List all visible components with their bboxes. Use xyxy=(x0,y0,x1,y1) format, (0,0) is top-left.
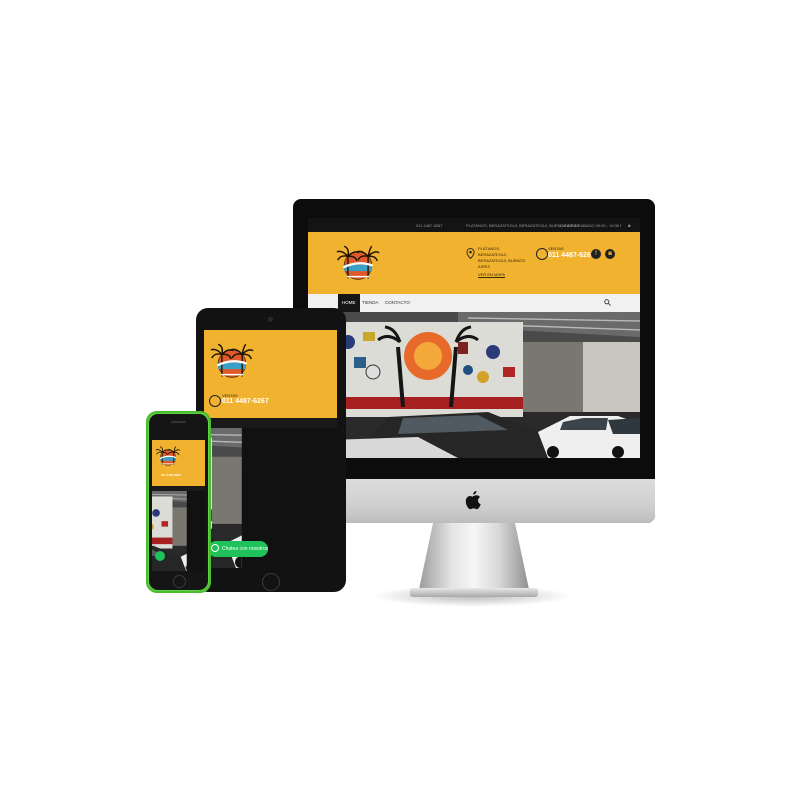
nav-home[interactable]: HOME xyxy=(338,294,360,312)
phone-header-phone[interactable]: 011 4487-6267 xyxy=(161,473,181,477)
iphone-device: 011 4487-6267 xyxy=(146,411,211,593)
phone-site-logo[interactable] xyxy=(155,442,181,468)
iphone-home-button xyxy=(173,575,186,588)
topbar-instagram-icon[interactable]: ◙ xyxy=(628,223,630,228)
header-address-line-2: BERAZATEGUI, BUENOS AIRES xyxy=(478,258,526,269)
tablet-garage-photo: Chatea con nosotros xyxy=(204,428,337,568)
instagram-icon[interactable]: ◙ xyxy=(605,249,615,259)
nav-contacto[interactable]: CONTACTO xyxy=(385,294,410,312)
tablet-chat-label: Chatea con nosotros xyxy=(222,546,269,552)
tablet-website-screen: VENTAS 011 4487-6267 Chatea con nosotros xyxy=(204,330,337,568)
desktop-website-screen: 011 4487-6267 PLATANOS, BERAZATEGUI, BER… xyxy=(308,218,640,458)
topbar-facebook-icon[interactable]: f xyxy=(620,223,621,228)
tablet-header: VENTAS 011 4487-6267 xyxy=(204,330,337,418)
phone-header: 011 4487-6267 xyxy=(152,440,205,486)
iphone-front: 011 4487-6267 xyxy=(149,414,208,590)
imac-monitor: 011 4487-6267 PLATANOS, BERAZATEGUI, BER… xyxy=(293,199,655,523)
map-link[interactable]: VER EN MAPA xyxy=(478,272,528,278)
topbar-hours: LUNES A SABADO 09:00 - 19:30 xyxy=(560,223,620,228)
tablet-header-phone[interactable]: 011 4487-6267 xyxy=(222,398,269,405)
tablet-phone-icon xyxy=(209,395,221,407)
apple-logo-icon xyxy=(465,491,481,510)
phone-website-screen: 011 4487-6267 xyxy=(152,440,205,571)
location-pin-icon xyxy=(466,248,475,259)
header-phone[interactable]: 011 4487-6267 xyxy=(548,252,595,259)
imac-stand-base xyxy=(410,588,538,597)
facebook-icon[interactable]: f xyxy=(591,249,601,259)
ipad-camera xyxy=(268,317,273,322)
imac-chin xyxy=(293,479,655,523)
tablet-site-logo[interactable] xyxy=(209,336,255,382)
desktop-topbar: 011 4487-6267 PLATANOS, BERAZATEGUI, BER… xyxy=(308,218,640,232)
header-address: PLÁTANOS, BERAZATEGUI, BERAZATEGUI, BUEN… xyxy=(478,246,528,278)
site-logo[interactable] xyxy=(335,238,381,284)
search-icon[interactable] xyxy=(604,299,611,306)
phone-icon xyxy=(536,248,548,260)
iphone-speaker xyxy=(171,421,186,423)
whatsapp-icon xyxy=(211,544,219,552)
ipad-home-button xyxy=(262,573,280,591)
sales-label: VENTAS xyxy=(548,246,564,251)
desktop-nav: HOME TIENDA CONTACTO xyxy=(308,294,640,312)
hero-garage-photo: nuestros xyxy=(308,312,640,458)
imac-stand xyxy=(418,520,530,594)
ipad-device: VENTAS 011 4487-6267 Chatea con nosotros xyxy=(196,308,346,592)
tablet-menu-bar[interactable] xyxy=(204,418,337,428)
nav-tienda[interactable]: TIENDA xyxy=(362,294,379,312)
phone-garage-photo xyxy=(152,491,205,571)
tablet-whatsapp-chat-button[interactable]: Chatea con nosotros xyxy=(208,541,268,557)
desktop-header: PLÁTANOS, BERAZATEGUI, BERAZATEGUI, BUEN… xyxy=(308,232,640,294)
header-address-line-1: PLÁTANOS, BERAZATEGUI, xyxy=(478,246,508,257)
phone-whatsapp-icon[interactable] xyxy=(155,551,165,561)
topbar-phone: 011 4487-6267 xyxy=(416,223,443,228)
